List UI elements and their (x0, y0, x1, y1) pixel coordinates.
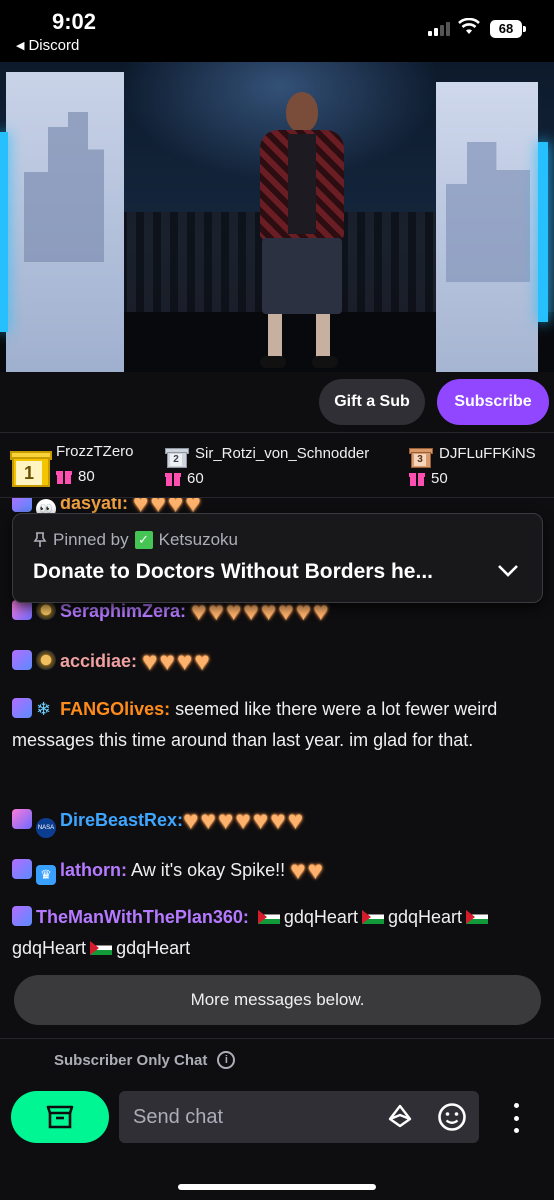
pinned-message-text: Donate to Doctors Without Borders he... (33, 560, 433, 583)
gifter-name: FrozzTZero (56, 443, 134, 460)
chat-username[interactable]: DireBeastRex: (60, 810, 183, 830)
stage-panel-left (6, 72, 124, 372)
info-icon[interactable]: i (217, 1051, 236, 1069)
sub-badge-icon (12, 809, 32, 829)
subscriber-only-label: Subscriber Only Chat (54, 1051, 208, 1069)
neon-light-left (0, 132, 8, 332)
gift-leaderboard: 1 FrozzTZero 80 2 Sir_Rotzi_von_Schnodde… (0, 432, 554, 498)
chat-input-box[interactable] (119, 1091, 479, 1143)
chat-username[interactable]: TheManWithThePlan360: (36, 907, 249, 927)
sub-badge-icon (12, 498, 32, 512)
ring-badge-icon (36, 650, 56, 670)
gift-icon (56, 469, 72, 484)
chat-username[interactable]: FANGOlives: (60, 699, 170, 719)
stage-panel-right (436, 82, 538, 372)
gift-icon (409, 471, 425, 486)
chat-username[interactable]: accidiae: (60, 651, 137, 671)
pinned-by-label: Pinned by (53, 530, 129, 549)
neon-light-right (538, 142, 548, 322)
chat-text: Aw it's okay Spike!! (131, 860, 286, 880)
store-icon (46, 1105, 74, 1129)
pinned-by-user[interactable]: Ketsuzoku (159, 530, 238, 550)
battery-icon: 68 (490, 20, 526, 38)
rank-3-gift-badge-icon: 3 (409, 445, 433, 471)
chat-username[interactable]: SeraphimZera: (60, 601, 186, 621)
chat-footer: Subscriber Only Chat i (0, 1038, 554, 1200)
signal-icon (428, 22, 450, 36)
emote-text: gdqHeart (283, 907, 358, 927)
heart-emote-icon: ♥ (142, 646, 158, 676)
sub-badge-icon (12, 600, 32, 620)
sub-badge-icon (12, 698, 32, 718)
emote-text: gdqHeart (387, 907, 463, 927)
flag-emote-icon (90, 941, 113, 955)
leaderboard-entry-3[interactable]: 3 DJFLuFFKiNS 50 (409, 445, 536, 487)
ring-badge-icon (36, 600, 56, 620)
subscription-actions: Gift a Sub Subscribe (0, 372, 554, 432)
leaderboard-entry-2[interactable]: 2 Sir_Rotzi_von_Schnodder 60 (165, 445, 369, 487)
gift-count: 60 (187, 470, 204, 487)
gift-a-sub-button[interactable]: Gift a Sub (319, 379, 425, 425)
subscriber-only-notice: Subscriber Only Chat i (54, 1051, 236, 1069)
leaderboard-entry-1[interactable]: 1 FrozzTZero 80 (10, 443, 134, 489)
sub-badge-icon (12, 859, 32, 879)
sub-badge-icon (12, 650, 32, 670)
back-triangle-icon: ◀ (16, 40, 25, 52)
bits-icon[interactable] (387, 1104, 413, 1130)
rank-1-gift-badge-icon: 1 (10, 443, 52, 489)
moderator-badge-icon: ✓ (134, 531, 153, 549)
heart-emote-icon: ♥ (183, 805, 199, 835)
gift-icon (165, 471, 181, 486)
gifter-name: Sir_Rotzi_von_Schnodder (195, 445, 370, 462)
send-chat-input[interactable] (133, 1103, 383, 1131)
emote-text: gdqHeart (12, 938, 87, 958)
flag-emote-icon (257, 910, 280, 924)
subscribe-button[interactable]: Subscribe (437, 379, 549, 425)
rank-2-gift-badge-icon: 2 (165, 445, 189, 471)
chat-message: ❄ FANGOlives: seemed like there were a l… (12, 694, 542, 756)
sub-badge-icon (12, 906, 32, 926)
gift-count: 50 (431, 470, 448, 487)
chat-username[interactable]: dasyati: (60, 498, 128, 513)
chat-message: NASA DireBeastRex:♥♥♥♥♥♥♥ (12, 805, 542, 838)
emote-text: gdqHeart (116, 938, 191, 958)
gift-count: 80 (78, 468, 95, 485)
emote-icon[interactable] (437, 1102, 467, 1132)
chat-message: ♛ lathorn: Aw it's okay Spike!! ♥♥ (12, 855, 542, 886)
clock: 9:02 (52, 9, 97, 34)
more-messages-button[interactable]: More messages below. (14, 975, 541, 1025)
flag-emote-icon (466, 910, 489, 924)
snowflake-badge-icon: ❄ (36, 699, 52, 719)
store-button[interactable] (11, 1091, 109, 1143)
presenter (252, 92, 352, 372)
pinned-header: Pinned by ✓ Ketsuzoku (33, 530, 238, 550)
crown-badge-icon: ♛ (36, 865, 56, 885)
chat-message: TheManWithThePlan360: gdqHeart gdqHeart g… (12, 902, 542, 964)
chat-message: accidiae: ♥♥♥♥ (12, 646, 542, 677)
home-indicator (178, 1184, 376, 1190)
gifter-name: DJFLuFFKiNS (439, 445, 536, 462)
back-to-app-link[interactable]: ◀ Discord (16, 37, 79, 54)
chat-username[interactable]: lathorn: (60, 860, 127, 880)
chevron-down-icon[interactable] (497, 564, 519, 578)
more-vertical-icon[interactable] (506, 1103, 526, 1133)
flag-emote-icon (361, 910, 384, 924)
nasa-badge-icon: NASA (36, 818, 56, 838)
heart-emote-icon: ♥ (191, 596, 207, 626)
heart-emote-icon: ♥ (290, 855, 306, 885)
pinned-message-card[interactable]: Pinned by ✓ Ketsuzoku Donate to Doctors … (12, 513, 543, 603)
back-app-label: Discord (28, 37, 80, 54)
wifi-icon (458, 18, 480, 34)
status-bar: 9:02 ◀ Discord 68 (0, 0, 554, 62)
pin-icon (33, 532, 47, 547)
video-player[interactable] (0, 62, 554, 372)
